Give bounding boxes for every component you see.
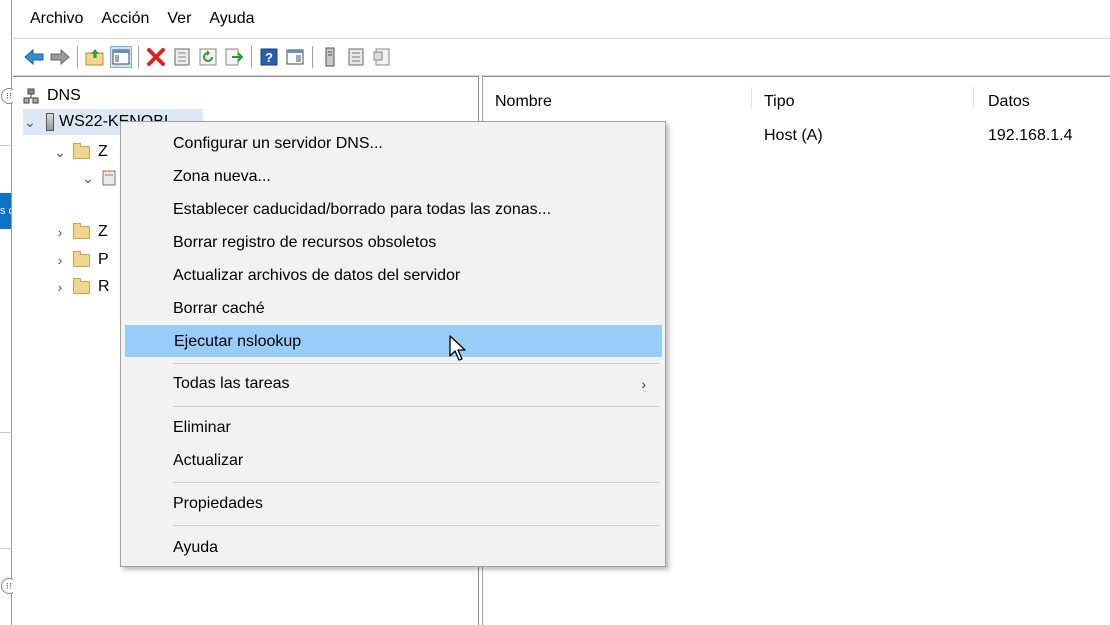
toolbar: ? — [13, 39, 1110, 75]
column-divider[interactable] — [973, 87, 974, 109]
chevron-down-icon[interactable]: ⌄ — [81, 170, 95, 187]
submenu-arrow-icon: › — [641, 376, 646, 392]
menu-item-set-aging-scavenging[interactable]: Establecer caducidad/borrado para todas … — [125, 194, 662, 226]
menu-item-scavenge-stale-records[interactable]: Borrar registro de recursos obsoletos — [125, 227, 662, 259]
menu-item-new-zone[interactable]: Zona nueva... — [125, 161, 662, 193]
mouse-pointer-icon — [449, 335, 466, 361]
menu-item-properties[interactable]: Propiedades — [125, 488, 662, 520]
column-header-type[interactable]: Tipo — [764, 93, 795, 111]
tree-node-conditional-forwarders[interactable]: › R — [53, 274, 110, 300]
menu-item-help[interactable]: Ayuda — [125, 532, 662, 564]
menu-separator — [173, 482, 660, 483]
record-icon[interactable] — [371, 46, 393, 68]
properties-icon[interactable] — [171, 46, 193, 68]
toolbar-separator — [251, 46, 252, 68]
column-header-data[interactable]: Datos — [988, 93, 1030, 111]
delete-icon[interactable] — [145, 46, 167, 68]
tree-node-reverse-zones[interactable]: › Z — [53, 219, 108, 245]
chevron-right-icon[interactable]: › — [53, 224, 67, 240]
toolbar-separator — [138, 46, 139, 68]
zone-icon[interactable] — [345, 46, 367, 68]
tree-label: Z — [98, 143, 108, 160]
menu-item-refresh[interactable]: Actualizar — [125, 445, 662, 477]
show-hide-tree-icon[interactable] — [110, 46, 132, 68]
cell-data[interactable]: 192.168.1.4 — [988, 127, 1073, 145]
toolbar-separator — [312, 46, 313, 68]
export-list-icon[interactable] — [223, 46, 245, 68]
chevron-down-icon[interactable]: ⌄ — [23, 114, 37, 131]
folder-icon — [73, 142, 90, 159]
menu-separator — [173, 406, 660, 407]
tree-label: Z — [98, 223, 108, 240]
column-divider[interactable] — [751, 87, 752, 109]
tree-node-trust-points[interactable]: › P — [53, 247, 109, 273]
forward-arrow-icon[interactable] — [49, 46, 71, 68]
menu-item-all-tasks[interactable]: Todas las tareas › — [125, 368, 662, 400]
folder-icon — [73, 222, 90, 239]
dns-manager-icon — [23, 88, 39, 104]
tree-node-dns[interactable]: DNS — [23, 83, 81, 109]
column-header-name[interactable]: Nombre — [495, 93, 552, 111]
chevron-right-icon[interactable]: › — [53, 252, 67, 268]
menu-accion[interactable]: Acción — [92, 10, 158, 28]
svg-text:?: ? — [265, 50, 273, 65]
menu-archivo[interactable]: Archivo — [13, 10, 92, 28]
chevron-down-icon[interactable]: ⌄ — [53, 144, 67, 161]
tree-node-forward-zones[interactable]: ⌄ Z — [53, 139, 108, 165]
tree-label: P — [98, 251, 109, 268]
menu-ver[interactable]: Ver — [158, 10, 200, 28]
frame-divider — [0, 548, 12, 549]
chevron-right-icon[interactable]: › — [53, 279, 67, 295]
tree-label: R — [98, 278, 110, 295]
menu-item-delete[interactable]: Eliminar — [125, 412, 662, 444]
menu-item-clear-cache[interactable]: Borrar caché — [125, 293, 662, 325]
toolbar-separator — [77, 46, 78, 68]
frame-blue-tab: s c — [0, 193, 11, 229]
server-icon[interactable] — [319, 46, 341, 68]
console-icon[interactable] — [284, 46, 306, 68]
menu-bar: Archivo Acción Ver Ayuda — [13, 0, 1110, 38]
folder-icon — [73, 250, 90, 267]
menu-item-label: Todas las tareas — [173, 375, 290, 392]
zone-file-icon — [101, 170, 117, 186]
menu-separator — [173, 525, 660, 526]
up-folder-icon[interactable] — [84, 46, 106, 68]
back-arrow-icon[interactable] — [23, 46, 45, 68]
menu-item-launch-nslookup[interactable]: Ejecutar nslookup — [125, 325, 662, 357]
frame-divider — [0, 432, 12, 433]
menu-item-update-server-data-files[interactable]: Actualizar archivos de datos del servido… — [125, 260, 662, 292]
cell-type[interactable]: Host (A) — [764, 127, 823, 145]
context-menu: Configurar un servidor DNS... Zona nueva… — [120, 121, 666, 567]
tree-node-zone[interactable]: ⌄ — [81, 165, 125, 191]
help-icon[interactable]: ? — [258, 46, 280, 68]
menu-ayuda[interactable]: Ayuda — [200, 10, 263, 28]
tree-label: DNS — [47, 87, 81, 104]
frame-divider — [0, 145, 12, 146]
refresh-icon[interactable] — [197, 46, 219, 68]
server-icon — [46, 113, 54, 131]
menu-separator — [173, 363, 660, 364]
folder-icon — [73, 277, 90, 294]
menu-item-configure-dns[interactable]: Configurar un servidor DNS... — [125, 128, 662, 160]
